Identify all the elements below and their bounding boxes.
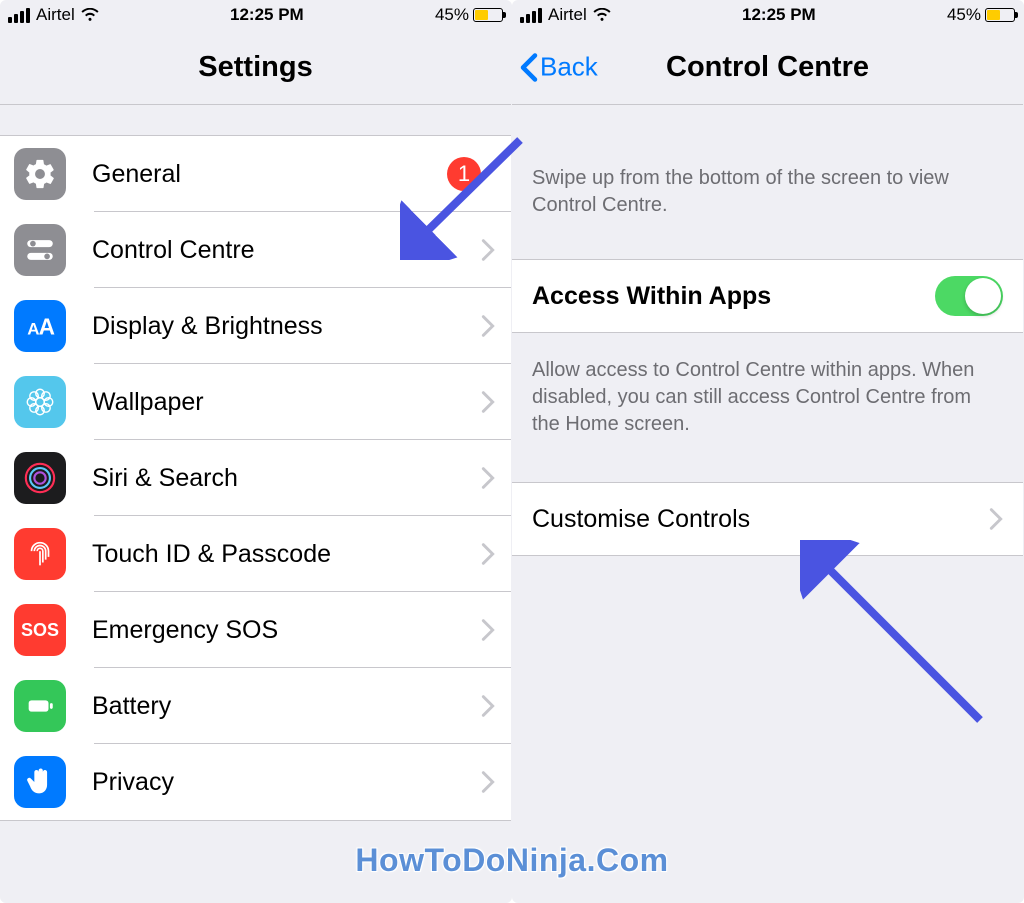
battery-icon [14, 680, 66, 732]
row-label: Wallpaper [92, 388, 481, 417]
nav-bar: Settings [0, 30, 511, 105]
wifi-icon [81, 8, 99, 22]
settings-screen: Airtel 12:25 PM 45% Settings General 1 [0, 0, 512, 903]
signal-icon [8, 8, 30, 23]
toggles-icon [14, 224, 66, 276]
signal-icon [520, 8, 542, 23]
page-title: Settings [198, 51, 312, 84]
nav-bar: Back Control Centre [512, 30, 1023, 105]
chevron-right-icon [481, 770, 495, 794]
settings-list: General 1 Control Centre AA Display & Br… [0, 135, 511, 821]
row-siri-search[interactable]: Siri & Search [0, 440, 511, 516]
row-label: Touch ID & Passcode [92, 540, 481, 569]
row-label: Display & Brightness [92, 312, 481, 341]
sos-icon: SOS [14, 604, 66, 656]
row-emergency-sos[interactable]: SOS Emergency SOS [0, 592, 511, 668]
carrier-label: Airtel [548, 5, 587, 25]
toggle-access-within-apps[interactable] [935, 276, 1003, 316]
chevron-right-icon [989, 507, 1003, 531]
wifi-icon [593, 8, 611, 22]
battery-percentage: 45% [947, 5, 981, 25]
status-bar: Airtel 12:25 PM 45% [0, 0, 511, 30]
chevron-right-icon [481, 466, 495, 490]
battery-icon [473, 8, 503, 22]
row-customise-controls[interactable]: Customise Controls [512, 482, 1023, 556]
row-control-centre[interactable]: Control Centre [0, 212, 511, 288]
control-centre-screen: Airtel 12:25 PM 45% Back Control Centre … [512, 0, 1024, 903]
fingerprint-icon [14, 528, 66, 580]
clock: 12:25 PM [230, 5, 304, 25]
battery-icon [985, 8, 1015, 22]
chevron-right-icon [481, 542, 495, 566]
chevron-right-icon [481, 694, 495, 718]
row-label: Battery [92, 692, 481, 721]
status-bar: Airtel 12:25 PM 45% [512, 0, 1023, 30]
cell-label: Access Within Apps [532, 282, 771, 311]
chevron-right-icon [481, 314, 495, 338]
chevron-right-icon [481, 618, 495, 642]
svg-text:A: A [39, 314, 55, 340]
cell-label: Customise Controls [532, 505, 750, 534]
clock: 12:25 PM [742, 5, 816, 25]
watermark: HowToDoNinja.Com [355, 842, 668, 879]
row-touch-id[interactable]: Touch ID & Passcode [0, 516, 511, 592]
row-battery[interactable]: Battery [0, 668, 511, 744]
row-label: Siri & Search [92, 464, 481, 493]
row-label: Privacy [92, 768, 481, 797]
gear-icon [14, 148, 66, 200]
row-access-within-apps[interactable]: Access Within Apps [512, 259, 1023, 333]
hint-text-access: Allow access to Control Centre within ap… [512, 333, 1023, 462]
flower-icon [14, 376, 66, 428]
row-display-brightness[interactable]: AA Display & Brightness [0, 288, 511, 364]
hint-text-swipe: Swipe up from the bottom of the screen t… [512, 105, 1023, 259]
chevron-right-icon [481, 390, 495, 414]
carrier-label: Airtel [36, 5, 75, 25]
notification-badge: 1 [447, 157, 481, 191]
back-button[interactable]: Back [520, 52, 598, 83]
row-general[interactable]: General 1 [0, 136, 511, 212]
hand-icon [14, 756, 66, 808]
chevron-right-icon [481, 238, 495, 262]
text-size-icon: AA [14, 300, 66, 352]
back-label: Back [540, 52, 598, 83]
row-label: Emergency SOS [92, 616, 481, 645]
page-title: Control Centre [666, 51, 869, 84]
row-privacy[interactable]: Privacy [0, 744, 511, 820]
row-wallpaper[interactable]: Wallpaper [0, 364, 511, 440]
row-label: Control Centre [92, 236, 481, 265]
siri-icon [14, 452, 66, 504]
battery-percentage: 45% [435, 5, 469, 25]
row-label: General [92, 160, 447, 189]
